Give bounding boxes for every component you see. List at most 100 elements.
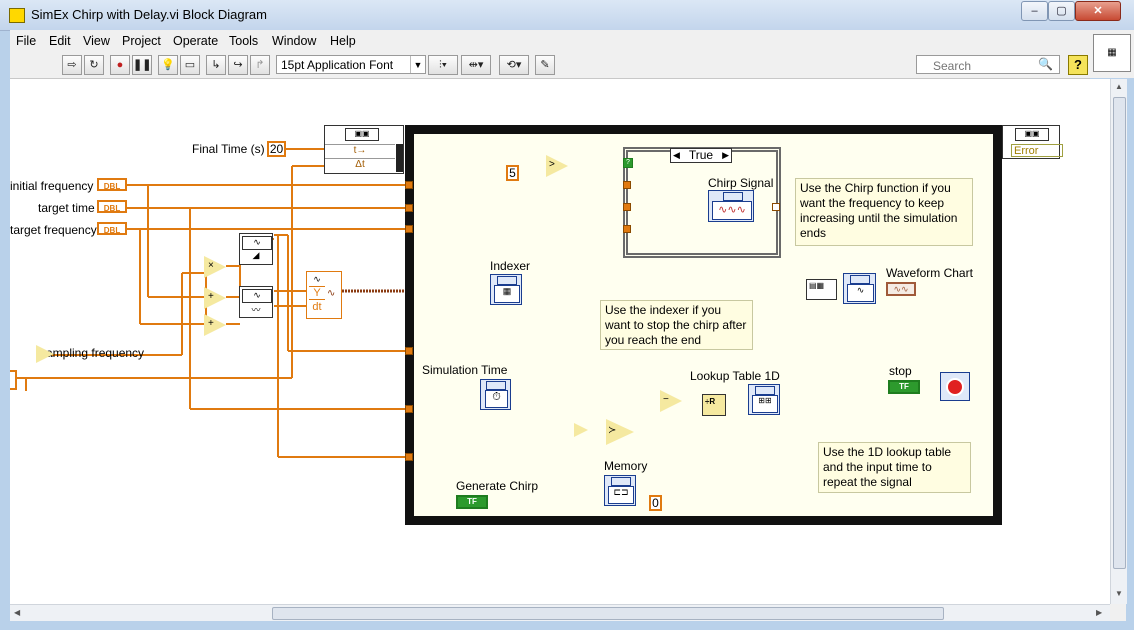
constant-five[interactable]: 5 — [506, 165, 519, 181]
stop-control[interactable]: TF — [888, 380, 920, 394]
abort-button[interactable]: ● — [110, 55, 130, 75]
indexer-icon: ▦ — [494, 285, 520, 303]
cluster-icon — [486, 381, 506, 390]
memory-vi[interactable]: ⊏⊐ — [604, 475, 636, 506]
cluster-icon — [755, 386, 775, 395]
waveform-chart-vi[interactable]: ∿ — [843, 273, 876, 304]
chirp-pattern-vi[interactable]: ∿ 〰 — [239, 286, 273, 318]
step-into-button[interactable]: ↳ — [206, 55, 226, 75]
scroll-right-icon[interactable]: ▶ — [1096, 608, 1102, 617]
error-out-node[interactable]: ▣▣ Error — [1002, 125, 1063, 159]
stop-icon — [946, 378, 964, 396]
waveform-chart-indicator[interactable]: ∿∿ — [886, 282, 916, 296]
final-time-constant[interactable]: 20 — [267, 141, 286, 157]
case-tunnel-3[interactable] — [623, 225, 631, 233]
simulation-time-label: Simulation Time — [422, 363, 508, 377]
memory-initial-constant[interactable]: 0 — [649, 495, 662, 511]
lookup-icon: ⊞⊞ — [752, 395, 778, 413]
menu-edit[interactable]: Edit — [49, 34, 71, 48]
menu-help[interactable]: Help — [330, 34, 356, 48]
menu-bar: File Edit View Project Operate Tools Win… — [10, 30, 1090, 52]
target-time-control[interactable]: DBL — [97, 200, 127, 213]
align-objects-button[interactable]: ⫶▾ — [428, 55, 458, 75]
run-continuously-button[interactable]: ↻ — [84, 55, 104, 75]
vertical-scrollbar[interactable]: ▲ ▼ — [1110, 79, 1127, 604]
chirp-signal-vi[interactable]: ∿∿∿ — [708, 190, 754, 222]
multiply-icon: × — [208, 260, 214, 271]
close-button[interactable]: ✕ — [1075, 1, 1121, 21]
scroll-left-icon[interactable]: ◀ — [14, 608, 20, 617]
sine-icon: ∿ — [242, 289, 272, 303]
step-out-button[interactable]: ↱ — [250, 55, 270, 75]
retain-wire-values-button[interactable]: ▭ — [180, 55, 200, 75]
scroll-down-icon[interactable]: ▼ — [1115, 589, 1123, 598]
toolbar: ⇨ ↻ ● ❚❚ 💡 ▭ ↳ ↪ ↱ 15pt Application Font… — [10, 52, 1090, 79]
block-diagram-canvas[interactable]: initial frequency DBL target time DBL ta… — [10, 79, 1110, 604]
step-over-button[interactable]: ↪ — [228, 55, 248, 75]
tunnel-initial-frequency[interactable] — [405, 181, 413, 189]
chevron-right-icon[interactable]: ▶ — [722, 149, 729, 162]
context-help-button[interactable]: ? — [1068, 55, 1088, 75]
not-node[interactable] — [574, 423, 588, 437]
generate-chirp-control[interactable]: TF — [456, 495, 488, 509]
menu-operate[interactable]: Operate — [173, 34, 218, 48]
chevron-left-icon[interactable]: ◀ — [673, 149, 680, 162]
greater-than-icon: > — [549, 159, 555, 170]
window-title: SimEx Chirp with Delay.vi Block Diagram — [31, 7, 267, 22]
tunnel-sampling[interactable] — [405, 347, 413, 355]
tunnel-lookup-data[interactable] — [405, 453, 413, 461]
generate-chirp-label: Generate Chirp — [456, 479, 539, 493]
maximize-button[interactable]: ▢ — [1048, 1, 1075, 21]
tunnel-target-frequency[interactable] — [405, 225, 413, 233]
pause-button[interactable]: ❚❚ — [132, 55, 152, 75]
menu-window[interactable]: Window — [272, 34, 316, 48]
sampling-frequency-node[interactable] — [36, 345, 54, 363]
initial-frequency-control[interactable]: DBL — [97, 178, 127, 191]
minimize-button[interactable]: – — [1021, 1, 1048, 21]
menu-view[interactable]: View — [83, 34, 110, 48]
case-selector[interactable]: ◀ True ▶ — [670, 148, 732, 163]
run-button[interactable]: ⇨ — [62, 55, 82, 75]
ramp-signal-vi[interactable]: ∿ ◢ — [239, 233, 273, 265]
indexer-vi[interactable]: ▦ — [490, 274, 522, 305]
highlight-execution-button[interactable]: 💡 — [158, 55, 178, 75]
distribute-objects-button[interactable]: ⇹▾ — [461, 55, 491, 75]
indexer-label: Indexer — [490, 259, 531, 273]
stop-simulation-vi[interactable] — [940, 372, 970, 401]
clean-up-diagram-button[interactable]: ✎ — [535, 55, 555, 75]
select-icon: ≻ — [608, 425, 617, 436]
font-select[interactable]: 15pt Application Font ▼ — [276, 55, 426, 74]
simulation-parameters-node[interactable]: ▣▣ t→ Δt — [324, 125, 404, 174]
case-output-tunnel[interactable] — [772, 203, 780, 211]
build-array-node[interactable]: ▤▦ — [806, 279, 837, 300]
menu-tools[interactable]: Tools — [229, 34, 258, 48]
simulation-time-vi[interactable]: ⏱ — [480, 379, 511, 410]
scrollbar-corner — [1110, 604, 1126, 621]
case-tunnel-1[interactable] — [623, 181, 631, 189]
chirp-wave-icon: ∿∿∿ — [712, 201, 752, 220]
case-tunnel-2[interactable] — [623, 203, 631, 211]
vertical-scroll-thumb[interactable] — [1113, 97, 1126, 569]
menu-project[interactable]: Project — [122, 34, 161, 48]
menu-file[interactable]: File — [16, 34, 36, 48]
add-icon: + — [208, 291, 214, 302]
case-selector-terminal[interactable]: ? — [623, 158, 633, 168]
tunnel-target-time[interactable] — [405, 204, 413, 212]
case-structure[interactable] — [623, 147, 781, 258]
horizontal-scrollbar[interactable]: ◀ ▶ — [10, 604, 1110, 622]
lookup-table-vi[interactable]: ⊞⊞ — [748, 384, 780, 415]
reorder-button[interactable]: ⟲▾ — [499, 55, 529, 75]
cluster-icon — [850, 275, 870, 284]
vi-icon[interactable]: ▦ — [1093, 34, 1131, 72]
horizontal-scroll-thumb[interactable] — [272, 607, 944, 620]
build-waveform-node[interactable]: ∿ Y dt ∿ — [306, 271, 342, 319]
search-box[interactable]: 🔍 — [916, 55, 1060, 74]
error-out-label: Error — [1011, 144, 1063, 157]
scroll-up-icon[interactable]: ▲ — [1115, 82, 1123, 91]
tunnel-final-time[interactable] — [405, 405, 413, 413]
quotient-remainder-node[interactable]: ÷R — [702, 394, 726, 416]
build-array-icon: ▤▦ — [809, 281, 825, 290]
offpage-control[interactable] — [10, 370, 17, 390]
target-frequency-control[interactable]: DBL — [97, 222, 127, 235]
search-input[interactable] — [931, 57, 1039, 74]
